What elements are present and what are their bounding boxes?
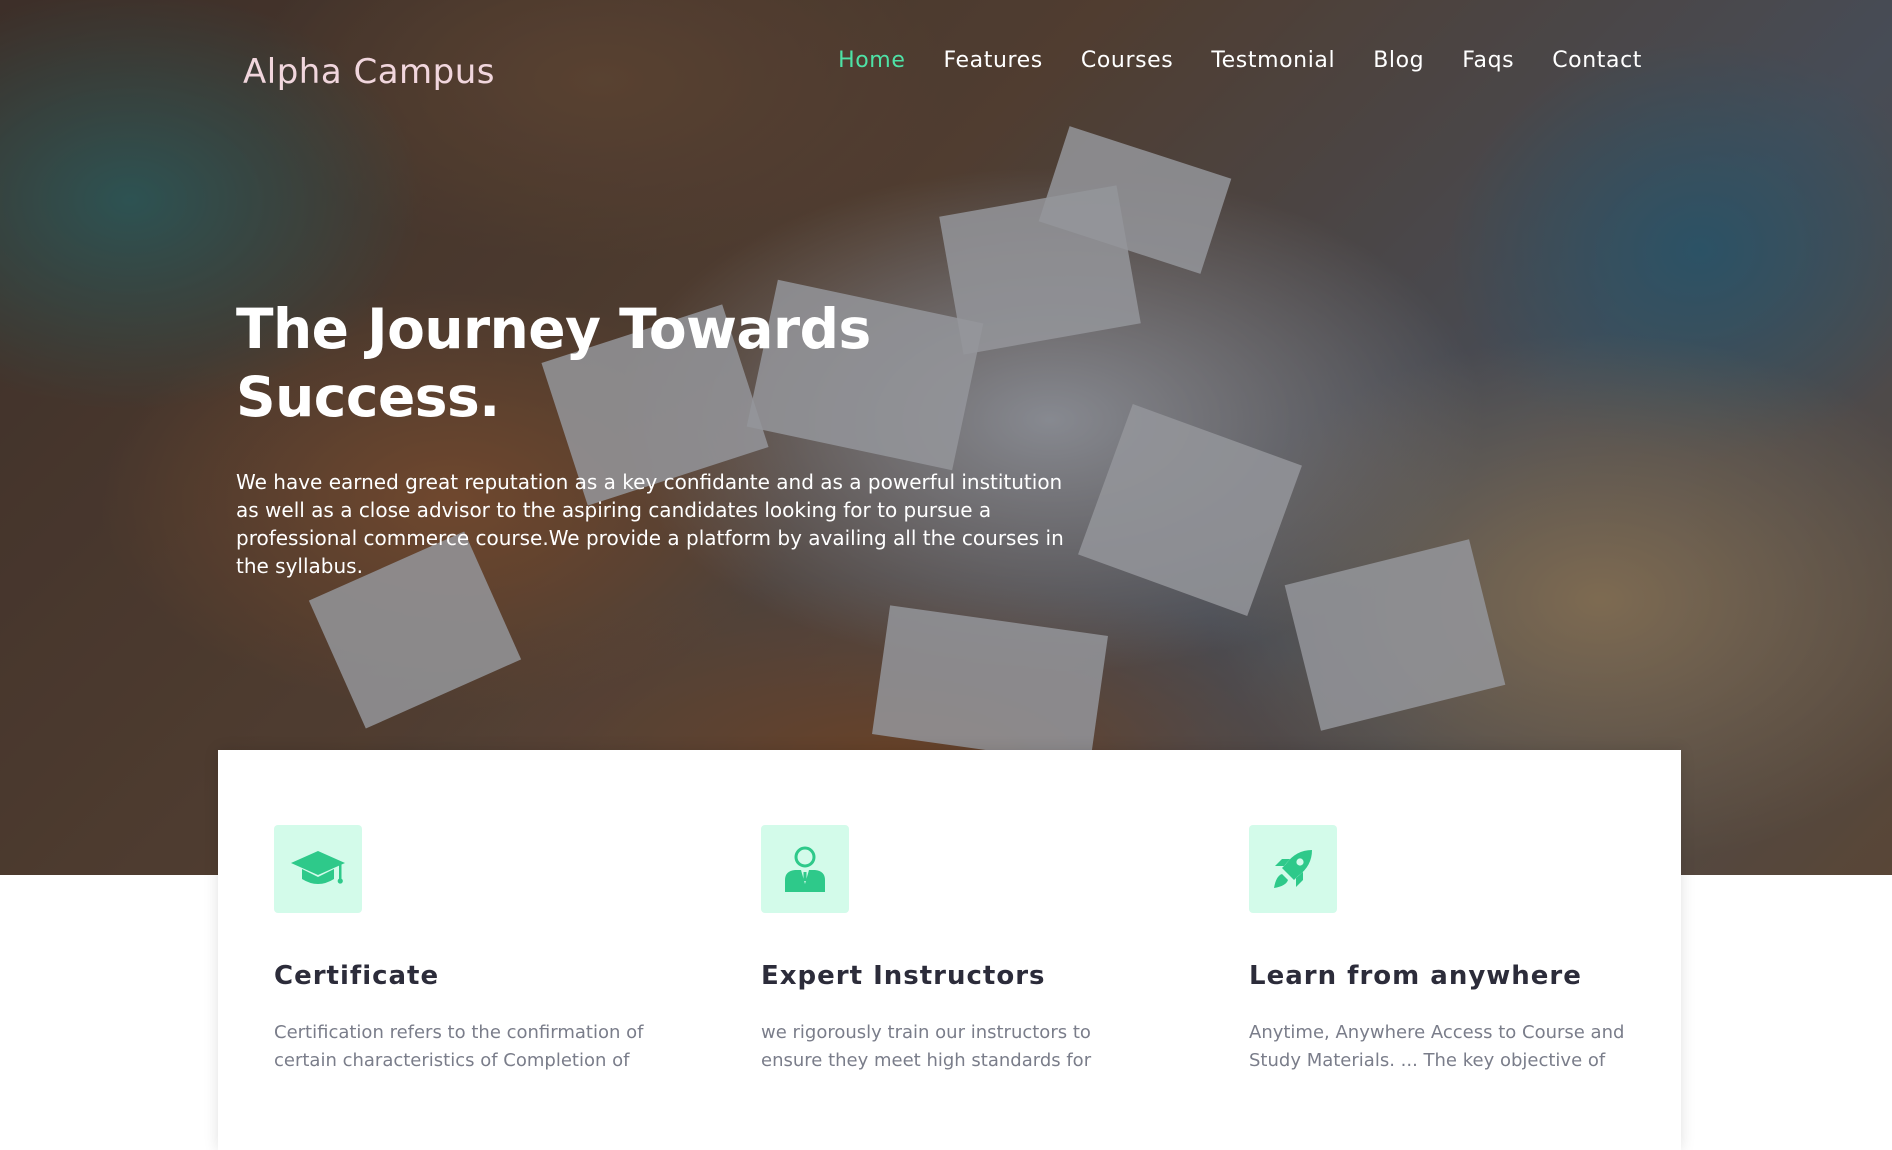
features-card: Certificate Certification refers to the … [218,750,1681,1150]
feature-description: Certification refers to the confirmation… [274,1022,644,1071]
hero-overlay [0,0,1892,875]
feature-title: Certificate [274,961,440,991]
feature-title: Learn from anywhere [1249,961,1582,991]
feature-description: we rigorously train our instructors to e… [761,1022,1092,1071]
brand-logo[interactable]: Alpha Campus [243,52,495,92]
nav-item-contact[interactable]: Contact [1552,48,1642,73]
feature-certificate: Certificate Certification refers to the … [274,825,664,1075]
graduation-cap-icon [274,825,362,913]
nav-item-faqs[interactable]: Faqs [1462,48,1514,73]
rocket-icon [1249,825,1337,913]
nav-item-home[interactable]: Home [838,48,905,73]
instructor-icon [761,825,849,913]
nav-item-blog[interactable]: Blog [1373,48,1424,73]
nav-item-courses[interactable]: Courses [1081,48,1173,73]
hero-description: We have earned great reputation as a key… [236,470,1064,578]
feature-expert-instructors: Expert Instructors we rigorously train o… [761,825,1151,1075]
feature-title: Expert Instructors [761,961,1046,991]
main-nav: Home Features Courses Testmonial Blog Fa… [800,48,1642,73]
hero-section: Alpha Campus Home Features Courses Testm… [0,0,1892,875]
feature-description: Anytime, Anywhere Access to Course and S… [1249,1022,1625,1071]
hero-title: The Journey Towards Success. [236,297,871,429]
feature-learn-anywhere: Learn from anywhere Anytime, Anywhere Ac… [1249,825,1639,1075]
nav-item-testmonial[interactable]: Testmonial [1211,48,1335,73]
nav-item-features[interactable]: Features [943,48,1042,73]
